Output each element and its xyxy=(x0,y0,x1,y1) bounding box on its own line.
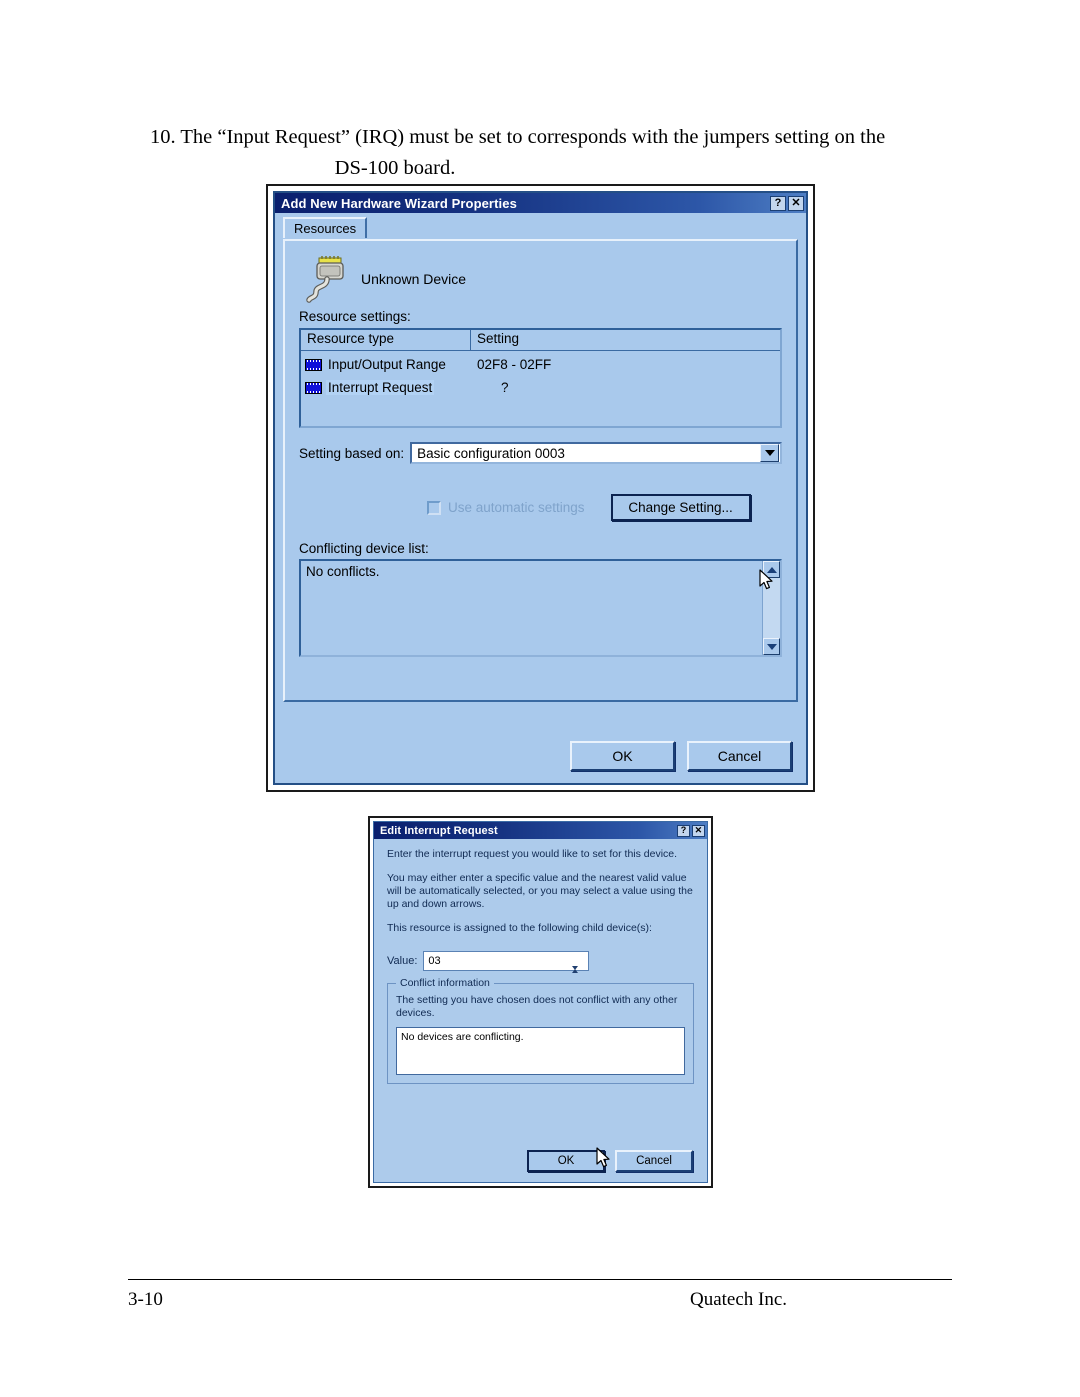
column-header-setting: Setting xyxy=(477,331,520,346)
help-icon[interactable]: ? xyxy=(677,824,690,837)
dialog2-paragraph-3: This resource is assigned to the followi… xyxy=(387,922,652,934)
conflicting-device-list-text: No conflicts. xyxy=(306,564,380,579)
setting-based-on-row: Setting based on: Basic configuration 00… xyxy=(299,442,782,464)
setting-based-on-label: Setting based on: xyxy=(299,445,405,461)
instruction-paragraph: 10. The “Input Request” (IRQ) must be se… xyxy=(150,122,940,184)
ok-button[interactable]: OK xyxy=(570,741,675,771)
close-icon[interactable]: ✕ xyxy=(788,195,804,211)
resource-settings-label: Resource settings: xyxy=(299,309,411,324)
resource-type-cell: Interrupt Request xyxy=(301,380,471,395)
resource-table-header: Resource type Setting xyxy=(301,330,780,351)
table-row[interactable]: Interrupt Request ? xyxy=(301,376,780,399)
use-automatic-settings-label: Use automatic settings xyxy=(448,500,585,515)
dialog2-paragraph-2: You may either enter a specific value an… xyxy=(387,872,693,910)
dialog2-footer: OK Cancel xyxy=(527,1150,693,1172)
footer-divider xyxy=(128,1279,952,1280)
conflicting-device-list-label: Conflicting device list: xyxy=(299,541,429,556)
automatic-settings-row: Use automatic settings Change Setting... xyxy=(297,494,784,521)
scroll-up-icon[interactable] xyxy=(763,561,780,578)
dialog2-paragraph-1: Enter the interrupt request you would li… xyxy=(387,848,678,860)
resource-type-label: Input/Output Range xyxy=(328,357,446,372)
footer-page-number: 3-10 xyxy=(128,1289,163,1310)
column-header-resource-type: Resource type xyxy=(301,330,471,350)
figure-1-frame: Add New Hardware Wizard Properties ? ✕ R… xyxy=(266,184,815,792)
dialog1-title: Add New Hardware Wizard Properties xyxy=(281,195,517,211)
close-icon[interactable]: ✕ xyxy=(692,824,705,837)
ok-button[interactable]: OK xyxy=(527,1150,605,1172)
dialog2-title: Edit Interrupt Request xyxy=(380,824,498,837)
quantity-stepper[interactable] xyxy=(572,952,587,987)
instruction-line-1: 10. The “Input Request” (IRQ) must be se… xyxy=(150,126,886,148)
device-header: Unknown Device xyxy=(297,251,784,307)
value-field[interactable]: 03 xyxy=(423,951,590,987)
value-field-text: 03 xyxy=(428,955,441,967)
edit-interrupt-request-dialog: Edit Interrupt Request ? ✕ Enter the int… xyxy=(373,821,708,1183)
resource-settings-table[interactable]: Resource type Setting Input/Output Range… xyxy=(299,328,782,428)
help-icon[interactable]: ? xyxy=(770,195,786,211)
dialog1-footer: OK Cancel xyxy=(570,741,792,771)
resource-table-body: Input/Output Range 02F8 - 02FF Interrupt… xyxy=(301,351,780,399)
dialog2-body: Enter the interrupt request you would li… xyxy=(374,839,707,1084)
dialog1-titlebar: Add New Hardware Wizard Properties ? ✕ xyxy=(275,193,806,213)
scrollbar[interactable] xyxy=(762,561,780,655)
conflicting-device-listbox[interactable]: No conflicts. xyxy=(299,559,782,657)
setting-based-on-value: Basic configuration 0003 xyxy=(417,445,565,461)
cancel-button[interactable]: Cancel xyxy=(687,741,792,771)
conflict-information-text: The setting you have chosen does not con… xyxy=(396,994,678,1019)
cancel-button[interactable]: Cancel xyxy=(615,1150,693,1172)
value-row: Value: 03 xyxy=(387,951,694,987)
dialog1-tabstrip: Resources xyxy=(283,217,800,239)
add-new-hardware-wizard-properties-dialog: Add New Hardware Wizard Properties ? ✕ R… xyxy=(273,191,808,785)
chip-icon xyxy=(305,358,322,371)
table-row[interactable]: Input/Output Range 02F8 - 02FF xyxy=(301,353,780,376)
resource-type-label: Interrupt Request xyxy=(326,380,435,395)
chevron-down-icon[interactable] xyxy=(760,444,779,462)
value-label: Value: xyxy=(387,955,418,967)
chip-icon xyxy=(305,381,322,394)
resource-setting-cell: ? xyxy=(501,380,509,395)
resource-type-cell: Input/Output Range xyxy=(301,357,471,372)
plug-icon xyxy=(303,254,349,304)
instruction-line-2: DS-100 board. xyxy=(334,157,456,179)
device-name: Unknown Device xyxy=(361,271,467,287)
dialog2-titlebar: Edit Interrupt Request ? ✕ xyxy=(374,822,707,839)
scroll-down-icon[interactable] xyxy=(763,638,780,655)
figure-2-frame: Edit Interrupt Request ? ✕ Enter the int… xyxy=(368,816,713,1188)
conflict-listbox[interactable]: No devices are conflicting. xyxy=(396,1027,685,1075)
resource-setting-cell: 02F8 - 02FF xyxy=(477,357,552,372)
conflict-information-group: Conflict information The setting you hav… xyxy=(387,977,694,1084)
footer-company: Quatech Inc. xyxy=(690,1289,788,1310)
dialog1-tab-panel: Unknown Device Resource settings: Resour… xyxy=(283,239,798,702)
setting-based-on-combobox[interactable]: Basic configuration 0003 xyxy=(410,442,782,464)
conflict-information-title: Conflict information xyxy=(396,977,494,989)
tab-resources[interactable]: Resources xyxy=(283,217,368,238)
use-automatic-settings-checkbox[interactable] xyxy=(427,500,441,515)
change-setting-button[interactable]: Change Setting... xyxy=(610,494,751,521)
